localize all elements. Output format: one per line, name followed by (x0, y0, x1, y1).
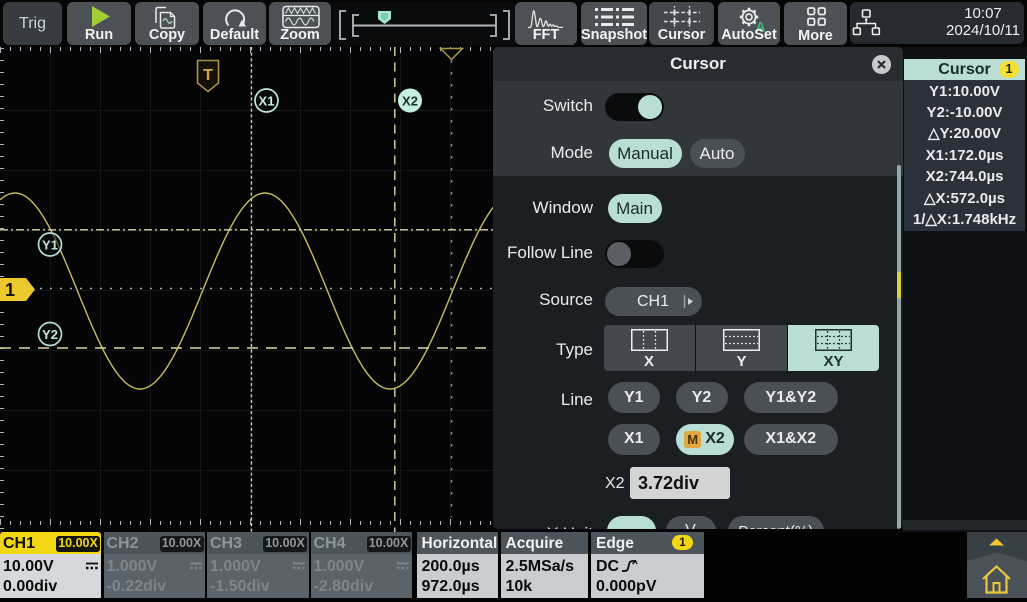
svg-text:X1: X1 (259, 94, 275, 109)
svg-text:Y2: Y2 (42, 327, 58, 342)
svg-text:T: T (203, 67, 213, 84)
svg-text:Y1: Y1 (42, 238, 58, 253)
svg-text:1: 1 (5, 280, 15, 300)
svg-text:X2: X2 (402, 94, 418, 109)
